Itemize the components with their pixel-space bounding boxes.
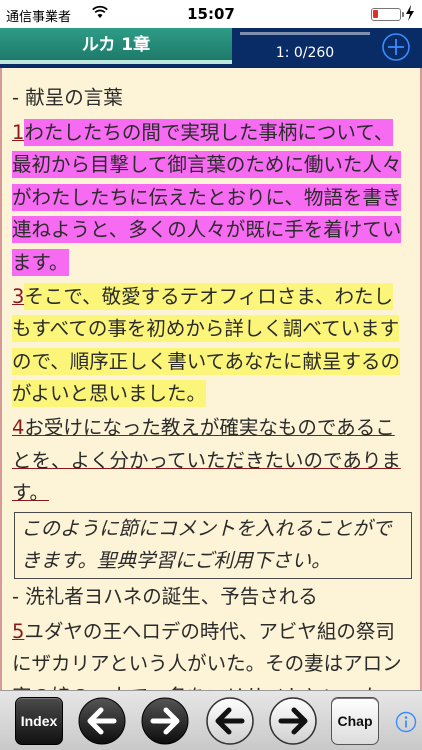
verse-5[interactable]: 5ユダヤの王ヘロデの時代、アビヤ組の祭司にザカリアという人がいた。その妻はアロン… [12,616,412,691]
verse-number[interactable]: 4 [12,416,24,439]
nav-bar: ルカ 1章 1: 0/260 [0,28,422,68]
verse-number[interactable]: 5 [12,620,24,643]
verse-3[interactable]: 3そこで、敬愛するテオフィロさま、わたしもすべての事を初めから詳しく調べています… [12,281,412,411]
battery-icon [371,8,404,21]
prev-chapter-arrow-icon[interactable] [77,696,127,746]
chap-button[interactable]: Chap [331,697,379,745]
verse-number[interactable]: 1 [12,121,24,144]
verse-number[interactable]: 3 [12,285,24,308]
verse-comment[interactable]: このように節にコメントを入れることができます。聖典学習にご利用下さい。 [14,511,412,579]
section-heading: - 洗礼者ヨハネの誕生、予告される [12,584,318,608]
verse-progress: 1: 0/260 [240,32,370,62]
add-circle-icon[interactable] [381,32,411,62]
bottom-toolbar: Index Chap [0,690,422,750]
next-verse-arrow-icon[interactable] [268,696,318,746]
scripture-content[interactable]: - 献呈の言葉 1わたしたちの間で実現した事柄について、最初から目撃して御言葉の… [0,68,422,690]
index-button[interactable]: Index [15,697,63,745]
verse-1[interactable]: 1わたしたちの間で実現した事柄について、最初から目撃して御言葉のために働いた人々… [12,117,412,280]
clock: 15:07 [187,5,235,23]
verse-4[interactable]: 4お受けになった教えが確実なものであることを、よく分かっていただきたいのでありま… [12,412,412,510]
next-chapter-arrow-icon[interactable] [140,696,190,746]
status-bar: 通信事業者 15:07 [0,0,422,28]
verse-text: お受けになった教えが確実なものであることを、よく分かっていただきたいのであります… [12,415,401,505]
charging-bolt-icon [406,5,414,21]
verse-text: そこで、敬愛するテオフィロさま、わたしもすべての事を初めから詳しく調べていますの… [12,282,401,408]
section-heading: - 献呈の言葉 [12,86,123,109]
progress-track [240,32,370,35]
info-icon[interactable] [395,711,417,733]
prev-verse-arrow-icon[interactable] [205,696,255,746]
verse-text: ユダヤの王ヘロデの時代、アビヤ組の祭司にザカリアという人がいた。その妻はアロン家… [12,619,402,691]
verse-counter: 1: 0/260 [275,45,335,61]
verse-text: わたしたちの間で実現した事柄について、最初から目撃して御言葉のために働いた人々が… [12,118,402,276]
chapter-title-tab[interactable]: ルカ 1章 [0,28,232,64]
